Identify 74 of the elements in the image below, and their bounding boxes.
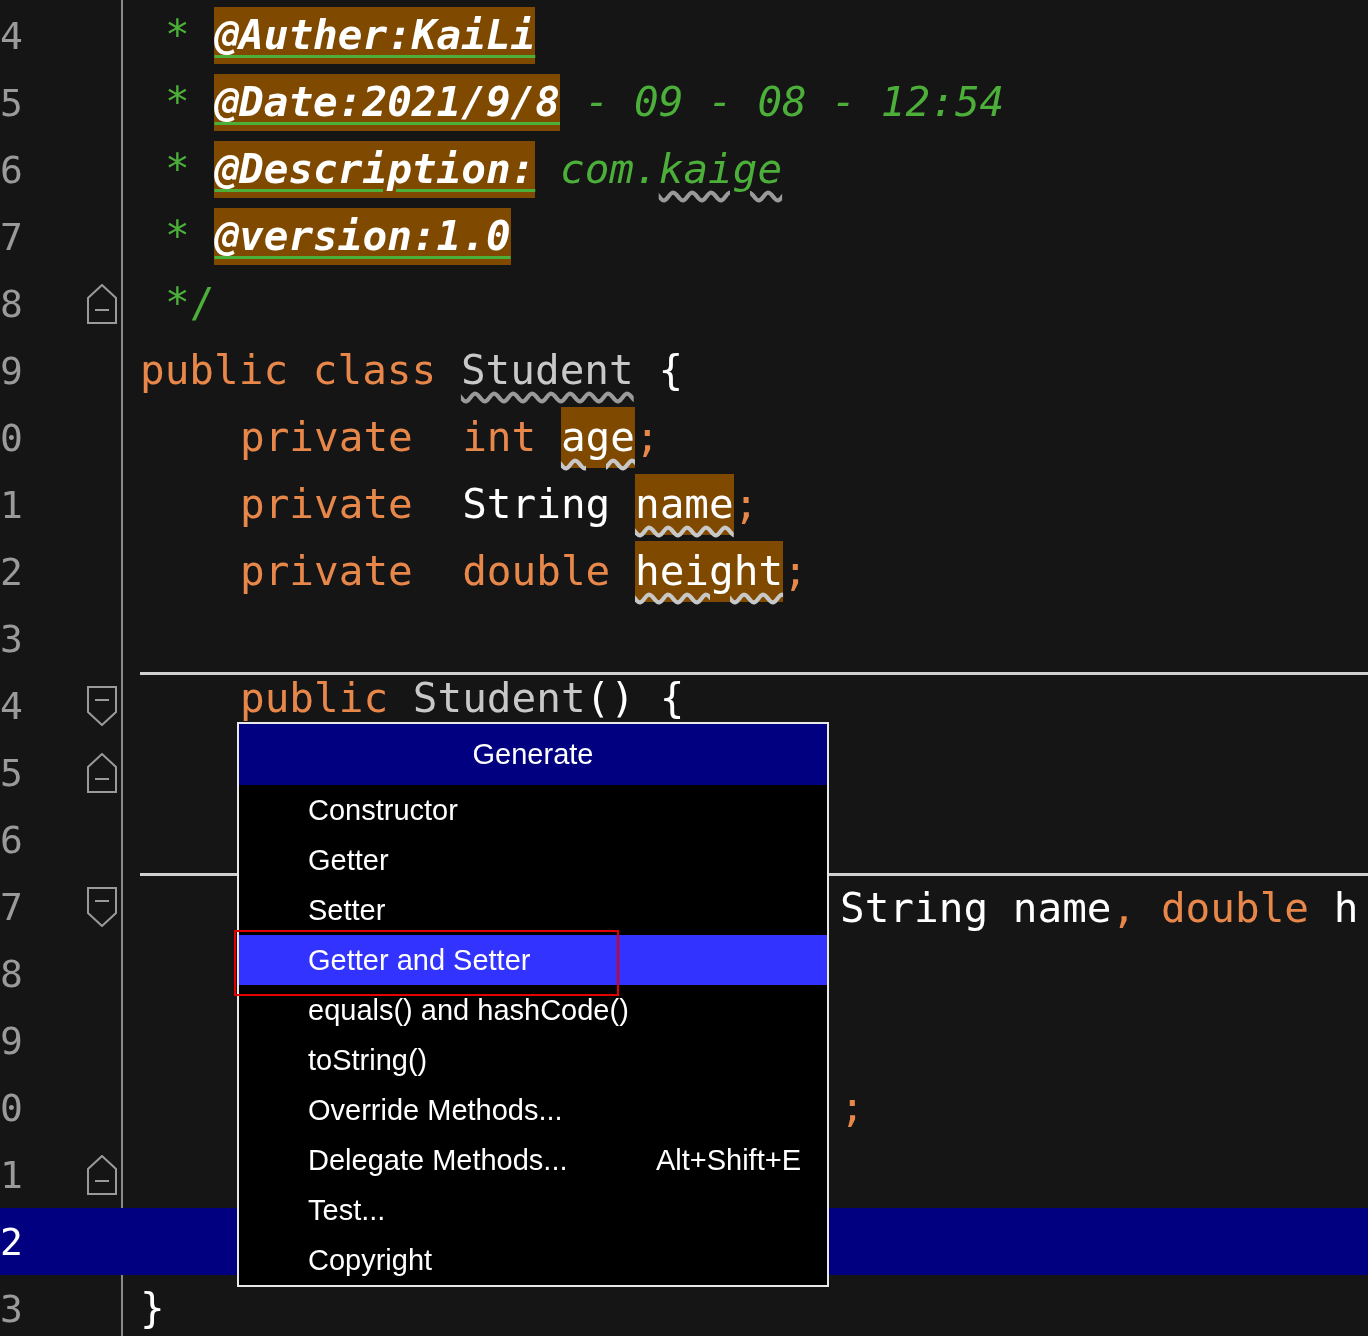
code-token: }: [140, 1288, 165, 1329]
line-number: 8: [0, 951, 24, 996]
code-token: name: [634, 474, 734, 535]
line-number: 3: [0, 616, 24, 661]
line-number: 1: [0, 482, 24, 527]
line-number: 8: [0, 281, 24, 326]
line-number: 2: [0, 1219, 24, 1264]
code-token: @Description:: [214, 141, 536, 198]
line-number: 7: [0, 214, 24, 259]
code-token: ;: [733, 484, 759, 525]
code-token: public: [240, 678, 390, 719]
line-number: 6: [0, 817, 24, 862]
line-number: 7: [0, 884, 24, 929]
line-number: 1: [0, 1152, 24, 1197]
code-token: Student: [412, 678, 586, 719]
fold-end-icon[interactable]: [87, 752, 117, 793]
line-number: 5: [0, 750, 24, 795]
line-number: 2: [0, 549, 24, 594]
line-number: 4: [0, 13, 24, 58]
code-token: *: [165, 15, 191, 56]
fold-collapse-icon[interactable]: [87, 685, 117, 726]
code-token: - 09 - 08 - 12:54: [583, 82, 1005, 123]
code-token: double: [462, 551, 612, 592]
line-number: 9: [0, 348, 24, 393]
code-token: () {: [585, 678, 685, 719]
code-token: h: [1333, 887, 1359, 929]
code-token: int: [462, 417, 538, 458]
code-token: kaige: [658, 149, 783, 190]
fold-collapse-icon[interactable]: [87, 886, 117, 927]
code-token: double: [1160, 887, 1311, 929]
code-token: ;: [840, 1087, 865, 1128]
code-token: ,: [1111, 887, 1138, 929]
code-token: {: [657, 350, 684, 391]
shortcut-label: Alt+Shift+E: [655, 1143, 801, 1177]
menu-item[interactable]: Delegate Methods... Alt+Shift+E: [239, 1135, 827, 1185]
menu-item[interactable]: Override Methods...: [239, 1085, 827, 1135]
code-token: @Auther:KaiLi: [214, 7, 536, 64]
menu-item[interactable]: Getter: [239, 835, 827, 885]
menu-item[interactable]: Getter and Setter: [239, 935, 827, 985]
code-token: String: [840, 887, 990, 929]
line-number: 5: [0, 80, 24, 125]
code-token: public class: [140, 350, 438, 391]
code-token: private: [240, 551, 414, 592]
code-token: com.: [558, 149, 659, 190]
code-token: *: [165, 82, 191, 123]
code-token: age: [560, 407, 635, 468]
menu-item[interactable]: Setter: [239, 885, 827, 935]
line-number: 6: [0, 147, 24, 192]
code-token: private: [240, 484, 414, 525]
fold-end-icon[interactable]: [87, 283, 117, 324]
line-number: 9: [0, 1018, 24, 1063]
code-token: ;: [635, 417, 660, 458]
code-token: height: [634, 541, 784, 602]
menu-item[interactable]: Copyright: [239, 1235, 827, 1285]
code-token: */: [165, 283, 215, 324]
code-token: @Date:2021/9/8: [214, 74, 560, 131]
code-token: String: [462, 484, 612, 525]
line-number: 4: [0, 683, 24, 728]
code-token: *: [165, 216, 191, 257]
menu-item[interactable]: Test...: [239, 1185, 827, 1235]
line-number: 0: [0, 1085, 24, 1130]
line-number: 0: [0, 415, 24, 460]
code-token: private: [240, 417, 414, 458]
code-token: Student: [460, 350, 634, 391]
code-token: *: [165, 149, 191, 190]
fold-end-icon[interactable]: [87, 1154, 117, 1195]
menu-item[interactable]: equals() and hashCode(): [239, 985, 827, 1035]
code-token: @version:1.0: [214, 208, 511, 265]
menu-title: Generate: [239, 724, 827, 785]
code-token: name: [1012, 887, 1112, 929]
line-number: 3: [0, 1286, 24, 1331]
menu-item[interactable]: Constructor: [239, 785, 827, 835]
menu-item[interactable]: toString(): [239, 1035, 827, 1085]
code-token: ;: [783, 551, 808, 592]
